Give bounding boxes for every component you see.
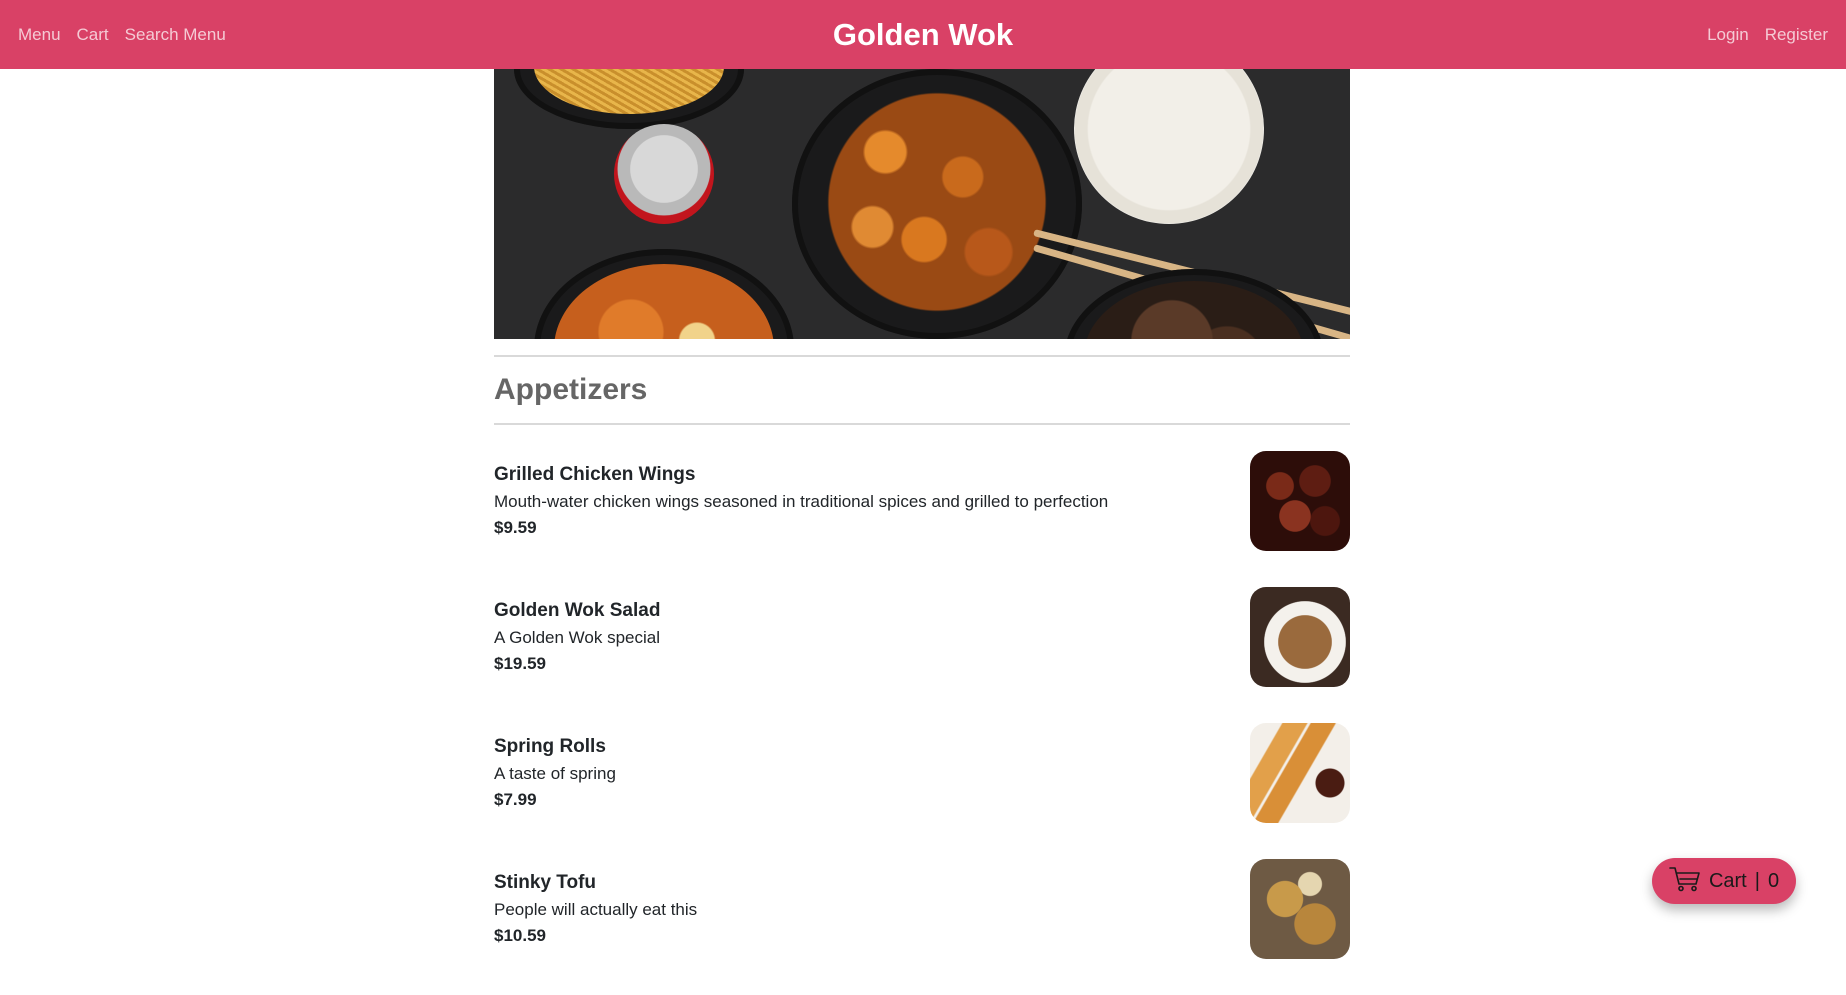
soda-can bbox=[614, 124, 714, 224]
menu-item-text: Grilled Chicken Wings Mouth-water chicke… bbox=[494, 461, 1108, 541]
navbar: Menu Cart Search Menu Golden Wok Login R… bbox=[0, 0, 1846, 69]
menu-item-spring-rolls[interactable]: Spring Rolls A taste of spring $7.99 bbox=[494, 723, 1350, 823]
menu-item-text: Stinky Tofu People will actually eat thi… bbox=[494, 869, 697, 949]
menu-item-text: Spring Rolls A taste of spring $7.99 bbox=[494, 733, 616, 813]
cart-icon bbox=[1669, 866, 1701, 897]
menu-item-stinky-tofu[interactable]: Stinky Tofu People will actually eat thi… bbox=[494, 859, 1350, 959]
cart-button-separator: | bbox=[1754, 869, 1760, 892]
menu-item-image[interactable] bbox=[1250, 723, 1350, 823]
hero-banner-image bbox=[494, 69, 1350, 339]
nav-search-menu-link[interactable]: Search Menu bbox=[125, 25, 226, 45]
menu-item-name: Spring Rolls bbox=[494, 736, 606, 757]
cart-item-count: 0 bbox=[1767, 869, 1780, 892]
nav-register-link[interactable]: Register bbox=[1765, 25, 1828, 45]
menu-item-image[interactable] bbox=[1250, 859, 1350, 959]
menu-item-name: Grilled Chicken Wings bbox=[494, 464, 696, 485]
menu-item-description: A Golden Wok special bbox=[494, 628, 660, 647]
menu-item-price: $7.99 bbox=[494, 790, 537, 809]
floating-cart-button[interactable]: Cart | 0 bbox=[1652, 858, 1796, 904]
menu-item-text: Golden Wok Salad A Golden Wok special $1… bbox=[494, 597, 660, 677]
nav-cart-link[interactable]: Cart bbox=[77, 25, 109, 45]
menu-item-image[interactable] bbox=[1250, 587, 1350, 687]
menu-item-price: $10.59 bbox=[494, 926, 546, 945]
nav-left-links: Menu Cart Search Menu bbox=[18, 0, 226, 69]
menu-item-description: Mouth-water chicken wings seasoned in tr… bbox=[494, 492, 1109, 511]
menu-item-price: $9.59 bbox=[494, 518, 537, 537]
menu-item-description: A taste of spring bbox=[494, 764, 616, 783]
menu-item-description: People will actually eat this bbox=[494, 900, 698, 919]
orange-chicken bbox=[808, 77, 1066, 327]
menu-item-price: $19.59 bbox=[494, 654, 546, 673]
nav-menu-link[interactable]: Menu bbox=[18, 25, 61, 45]
menu-list: Grilled Chicken Wings Mouth-water chicke… bbox=[494, 451, 1350, 959]
menu-item-image[interactable] bbox=[1250, 451, 1350, 551]
menu-item-name: Stinky Tofu bbox=[494, 872, 597, 893]
rice-bowl bbox=[1074, 69, 1264, 224]
section-divider-bottom bbox=[494, 423, 1350, 425]
section-title: Appetizers bbox=[494, 373, 648, 406]
cart-button-label: Cart bbox=[1708, 869, 1747, 892]
brand-title: Golden Wok bbox=[832, 17, 1014, 52]
nav-login-link[interactable]: Login bbox=[1707, 25, 1749, 45]
nav-right-links: Login Register bbox=[1707, 0, 1828, 69]
menu-item-golden-wok-salad[interactable]: Golden Wok Salad A Golden Wok special $1… bbox=[494, 587, 1350, 687]
menu-item-name: Golden Wok Salad bbox=[494, 600, 661, 621]
main-content: Appetizers Grilled Chicken Wings Mouth-w… bbox=[494, 69, 1350, 995]
menu-item-grilled-chicken-wings[interactable]: Grilled Chicken Wings Mouth-water chicke… bbox=[494, 451, 1350, 551]
